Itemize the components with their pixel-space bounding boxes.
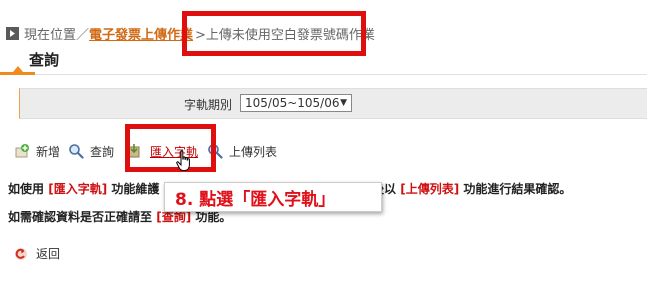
info-tag-import: [匯入字軌] xyxy=(48,182,108,196)
highlight-box-breadcrumb xyxy=(182,11,366,56)
info-tag-upload-list: [上傳列表] xyxy=(400,182,460,196)
back-icon xyxy=(14,247,28,261)
breadcrumb-arrow-icon xyxy=(6,26,19,40)
highlight-box-import xyxy=(125,124,216,172)
info-text: 功能進行結果確認。 xyxy=(463,182,572,196)
title-notch-icon xyxy=(13,66,23,72)
back-button[interactable]: 返回 xyxy=(14,245,60,262)
chevron-down-icon: ▼ xyxy=(340,98,347,108)
info-text: 功能。 xyxy=(195,210,232,224)
info-line-1: 如使用 [匯入字軌] 功能維護 xyxy=(8,180,159,197)
hand-cursor-icon xyxy=(176,150,194,172)
period-select[interactable]: 105/05~105/06 ▼ xyxy=(240,94,352,112)
title-accent-bar xyxy=(0,72,35,75)
title-divider xyxy=(0,74,647,75)
breadcrumb-link-einvoice-upload[interactable]: 電子發票上傳作業 xyxy=(89,24,193,43)
period-select-value: 105/05~105/06 xyxy=(245,96,340,110)
info-tag-search: [查詢] xyxy=(156,210,192,224)
info-text: 如需確認資料是否正確請至 xyxy=(8,210,153,224)
add-button[interactable]: 新增 xyxy=(14,142,60,160)
search-label: 查詢 xyxy=(90,144,115,159)
upload-list-button[interactable]: 上傳列表 xyxy=(207,142,277,160)
info-text: 如使用 xyxy=(8,182,45,196)
breadcrumb-prefix: 現在位置／ xyxy=(24,27,90,43)
add-icon xyxy=(14,143,30,159)
info-line-1-end: 後以 [上傳列表] 功能進行結果確認。 xyxy=(372,180,571,197)
period-label: 字軌期別 xyxy=(184,98,233,112)
info-text: 功能維護 xyxy=(111,182,160,196)
upload-list-label: 上傳列表 xyxy=(229,144,278,159)
search-icon xyxy=(68,143,84,159)
page-title: 查詢 xyxy=(29,51,60,69)
instruction-callout: 8. 點選「匯入字軌」 xyxy=(164,182,382,212)
instruction-callout-text: 8. 點選「匯入字軌」 xyxy=(175,189,336,210)
search-button[interactable]: 查詢 xyxy=(68,142,114,160)
add-label: 新增 xyxy=(36,144,61,159)
back-label: 返回 xyxy=(36,247,61,261)
